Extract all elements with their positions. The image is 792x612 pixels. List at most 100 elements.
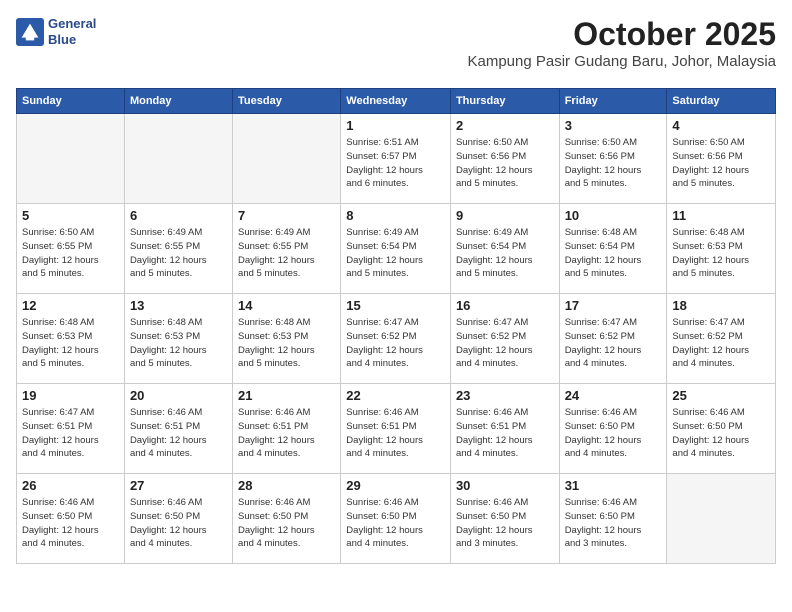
day-number: 12 xyxy=(22,298,119,313)
calendar-cell: 29Sunrise: 6:46 AMSunset: 6:50 PMDayligh… xyxy=(341,474,451,564)
day-number: 31 xyxy=(565,478,662,493)
calendar-cell: 4Sunrise: 6:50 AMSunset: 6:56 PMDaylight… xyxy=(667,114,776,204)
day-info: Sunrise: 6:49 AMSunset: 6:55 PMDaylight:… xyxy=(238,226,335,281)
day-number: 7 xyxy=(238,208,335,223)
day-info: Sunrise: 6:46 AMSunset: 6:50 PMDaylight:… xyxy=(238,496,335,551)
day-info: Sunrise: 6:49 AMSunset: 6:54 PMDaylight:… xyxy=(346,226,445,281)
day-number: 19 xyxy=(22,388,119,403)
calendar-cell: 6 Sunrise: 6:49 AMSunset: 6:55 PMDaylight… xyxy=(124,204,232,294)
calendar-cell: 20 Sunrise: 6:46 AMSunset: 6:51 PMDayligh… xyxy=(124,384,232,474)
day-number: 27 xyxy=(130,478,227,493)
day-number: 28 xyxy=(238,478,335,493)
calendar-cell: 27 Sunrise: 6:46 AMSunset: 6:50 PMDayligh… xyxy=(124,474,232,564)
calendar-table: SundayMondayTuesdayWednesdayThursdayFrid… xyxy=(16,88,776,564)
day-info: Sunrise: 6:46 AMSunset: 6:50 PMDaylight:… xyxy=(130,496,227,551)
calendar-cell: 23Sunrise: 6:46 AMSunset: 6:51 PMDayligh… xyxy=(450,384,559,474)
day-info: Sunrise: 6:51 AMSunset: 6:57 PMDaylight:… xyxy=(346,136,445,191)
day-info: Sunrise: 6:48 AMSunset: 6:53 PMDaylight:… xyxy=(130,316,227,371)
calendar-week-0: 1Sunrise: 6:51 AMSunset: 6:57 PMDaylight… xyxy=(17,114,776,204)
title-section: October 2025 Kampung Pasir Gudang Baru, … xyxy=(467,16,776,78)
logo-icon xyxy=(16,18,44,46)
day-number: 20 xyxy=(130,388,227,403)
weekday-header-tuesday: Tuesday xyxy=(233,89,341,114)
day-info: Sunrise: 6:50 AMSunset: 6:56 PMDaylight:… xyxy=(456,136,554,191)
calendar-cell: 22Sunrise: 6:46 AMSunset: 6:51 PMDayligh… xyxy=(341,384,451,474)
day-info: Sunrise: 6:46 AMSunset: 6:51 PMDaylight:… xyxy=(238,406,335,461)
calendar-cell: 10 Sunrise: 6:48 AMSunset: 6:54 PMDayligh… xyxy=(559,204,667,294)
weekday-header-monday: Monday xyxy=(124,89,232,114)
calendar-cell: 21 Sunrise: 6:46 AMSunset: 6:51 PMDayligh… xyxy=(233,384,341,474)
day-number: 13 xyxy=(130,298,227,313)
calendar-cell: 12 Sunrise: 6:48 AMSunset: 6:53 PMDayligh… xyxy=(17,294,125,384)
weekday-header-row: SundayMondayTuesdayWednesdayThursdayFrid… xyxy=(17,89,776,114)
location-title: Kampung Pasir Gudang Baru, Johor, Malays… xyxy=(467,53,776,70)
calendar-cell: 30Sunrise: 6:46 AMSunset: 6:50 PMDayligh… xyxy=(450,474,559,564)
calendar-cell: 14 Sunrise: 6:48 AMSunset: 6:53 PMDayligh… xyxy=(233,294,341,384)
day-number: 4 xyxy=(672,118,770,133)
day-info: Sunrise: 6:48 AMSunset: 6:53 PMDaylight:… xyxy=(238,316,335,371)
day-info: Sunrise: 6:48 AMSunset: 6:53 PMDaylight:… xyxy=(22,316,119,371)
calendar-cell: 9 Sunrise: 6:49 AMSunset: 6:54 PMDaylight… xyxy=(450,204,559,294)
weekday-header-friday: Friday xyxy=(559,89,667,114)
weekday-header-wednesday: Wednesday xyxy=(341,89,451,114)
calendar-cell: 19Sunrise: 6:47 AMSunset: 6:51 PMDayligh… xyxy=(17,384,125,474)
day-info: Sunrise: 6:46 AMSunset: 6:51 PMDaylight:… xyxy=(130,406,227,461)
weekday-header-sunday: Sunday xyxy=(17,89,125,114)
day-number: 10 xyxy=(565,208,662,223)
day-number: 5 xyxy=(22,208,119,223)
calendar-body: 1Sunrise: 6:51 AMSunset: 6:57 PMDaylight… xyxy=(17,114,776,564)
calendar-cell: 26 Sunrise: 6:46 AMSunset: 6:50 PMDayligh… xyxy=(17,474,125,564)
day-number: 6 xyxy=(130,208,227,223)
calendar-cell xyxy=(124,114,232,204)
weekday-header-thursday: Thursday xyxy=(450,89,559,114)
day-number: 29 xyxy=(346,478,445,493)
calendar-cell: 18 Sunrise: 6:47 AMSunset: 6:52 PMDayligh… xyxy=(667,294,776,384)
day-number: 18 xyxy=(672,298,770,313)
day-number: 14 xyxy=(238,298,335,313)
day-info: Sunrise: 6:48 AMSunset: 6:53 PMDaylight:… xyxy=(672,226,770,281)
day-info: Sunrise: 6:47 AMSunset: 6:52 PMDaylight:… xyxy=(672,316,770,371)
day-info: Sunrise: 6:47 AMSunset: 6:52 PMDaylight:… xyxy=(346,316,445,371)
day-number: 2 xyxy=(456,118,554,133)
calendar-cell: 11 Sunrise: 6:48 AMSunset: 6:53 PMDayligh… xyxy=(667,204,776,294)
day-info: Sunrise: 6:46 AMSunset: 6:50 PMDaylight:… xyxy=(672,406,770,461)
calendar-week-4: 26 Sunrise: 6:46 AMSunset: 6:50 PMDayligh… xyxy=(17,474,776,564)
day-info: Sunrise: 6:49 AMSunset: 6:55 PMDaylight:… xyxy=(130,226,227,281)
calendar-cell: 16Sunrise: 6:47 AMSunset: 6:52 PMDayligh… xyxy=(450,294,559,384)
day-number: 26 xyxy=(22,478,119,493)
day-number: 24 xyxy=(565,388,662,403)
calendar-cell: 25 Sunrise: 6:46 AMSunset: 6:50 PMDayligh… xyxy=(667,384,776,474)
day-number: 21 xyxy=(238,388,335,403)
calendar-cell: 24 Sunrise: 6:46 AMSunset: 6:50 PMDayligh… xyxy=(559,384,667,474)
day-number: 9 xyxy=(456,208,554,223)
weekday-header-saturday: Saturday xyxy=(667,89,776,114)
calendar-cell: 2 Sunrise: 6:50 AMSunset: 6:56 PMDaylight… xyxy=(450,114,559,204)
calendar-cell: 7 Sunrise: 6:49 AMSunset: 6:55 PMDaylight… xyxy=(233,204,341,294)
calendar-cell: 8 Sunrise: 6:49 AMSunset: 6:54 PMDaylight… xyxy=(341,204,451,294)
day-info: Sunrise: 6:50 AMSunset: 6:56 PMDaylight:… xyxy=(565,136,662,191)
day-number: 22 xyxy=(346,388,445,403)
day-number: 8 xyxy=(346,208,445,223)
calendar-cell xyxy=(667,474,776,564)
day-number: 3 xyxy=(565,118,662,133)
calendar-cell: 28 Sunrise: 6:46 AMSunset: 6:50 PMDayligh… xyxy=(233,474,341,564)
calendar-cell: 1Sunrise: 6:51 AMSunset: 6:57 PMDaylight… xyxy=(341,114,451,204)
logo-line2: Blue xyxy=(48,32,96,48)
calendar-cell: 15Sunrise: 6:47 AMSunset: 6:52 PMDayligh… xyxy=(341,294,451,384)
calendar-cell: 5 Sunrise: 6:50 AMSunset: 6:55 PMDaylight… xyxy=(17,204,125,294)
day-info: Sunrise: 6:47 AMSunset: 6:52 PMDaylight:… xyxy=(565,316,662,371)
calendar-cell: 31Sunrise: 6:46 AMSunset: 6:50 PMDayligh… xyxy=(559,474,667,564)
calendar-week-1: 5 Sunrise: 6:50 AMSunset: 6:55 PMDaylight… xyxy=(17,204,776,294)
day-info: Sunrise: 6:49 AMSunset: 6:54 PMDaylight:… xyxy=(456,226,554,281)
day-info: Sunrise: 6:46 AMSunset: 6:50 PMDaylight:… xyxy=(22,496,119,551)
day-info: Sunrise: 6:50 AMSunset: 6:55 PMDaylight:… xyxy=(22,226,119,281)
calendar-cell xyxy=(17,114,125,204)
day-info: Sunrise: 6:46 AMSunset: 6:50 PMDaylight:… xyxy=(565,406,662,461)
calendar-cell: 3 Sunrise: 6:50 AMSunset: 6:56 PMDaylight… xyxy=(559,114,667,204)
day-number: 11 xyxy=(672,208,770,223)
day-number: 17 xyxy=(565,298,662,313)
day-number: 25 xyxy=(672,388,770,403)
day-number: 16 xyxy=(456,298,554,313)
day-info: Sunrise: 6:48 AMSunset: 6:54 PMDaylight:… xyxy=(565,226,662,281)
calendar-week-3: 19Sunrise: 6:47 AMSunset: 6:51 PMDayligh… xyxy=(17,384,776,474)
